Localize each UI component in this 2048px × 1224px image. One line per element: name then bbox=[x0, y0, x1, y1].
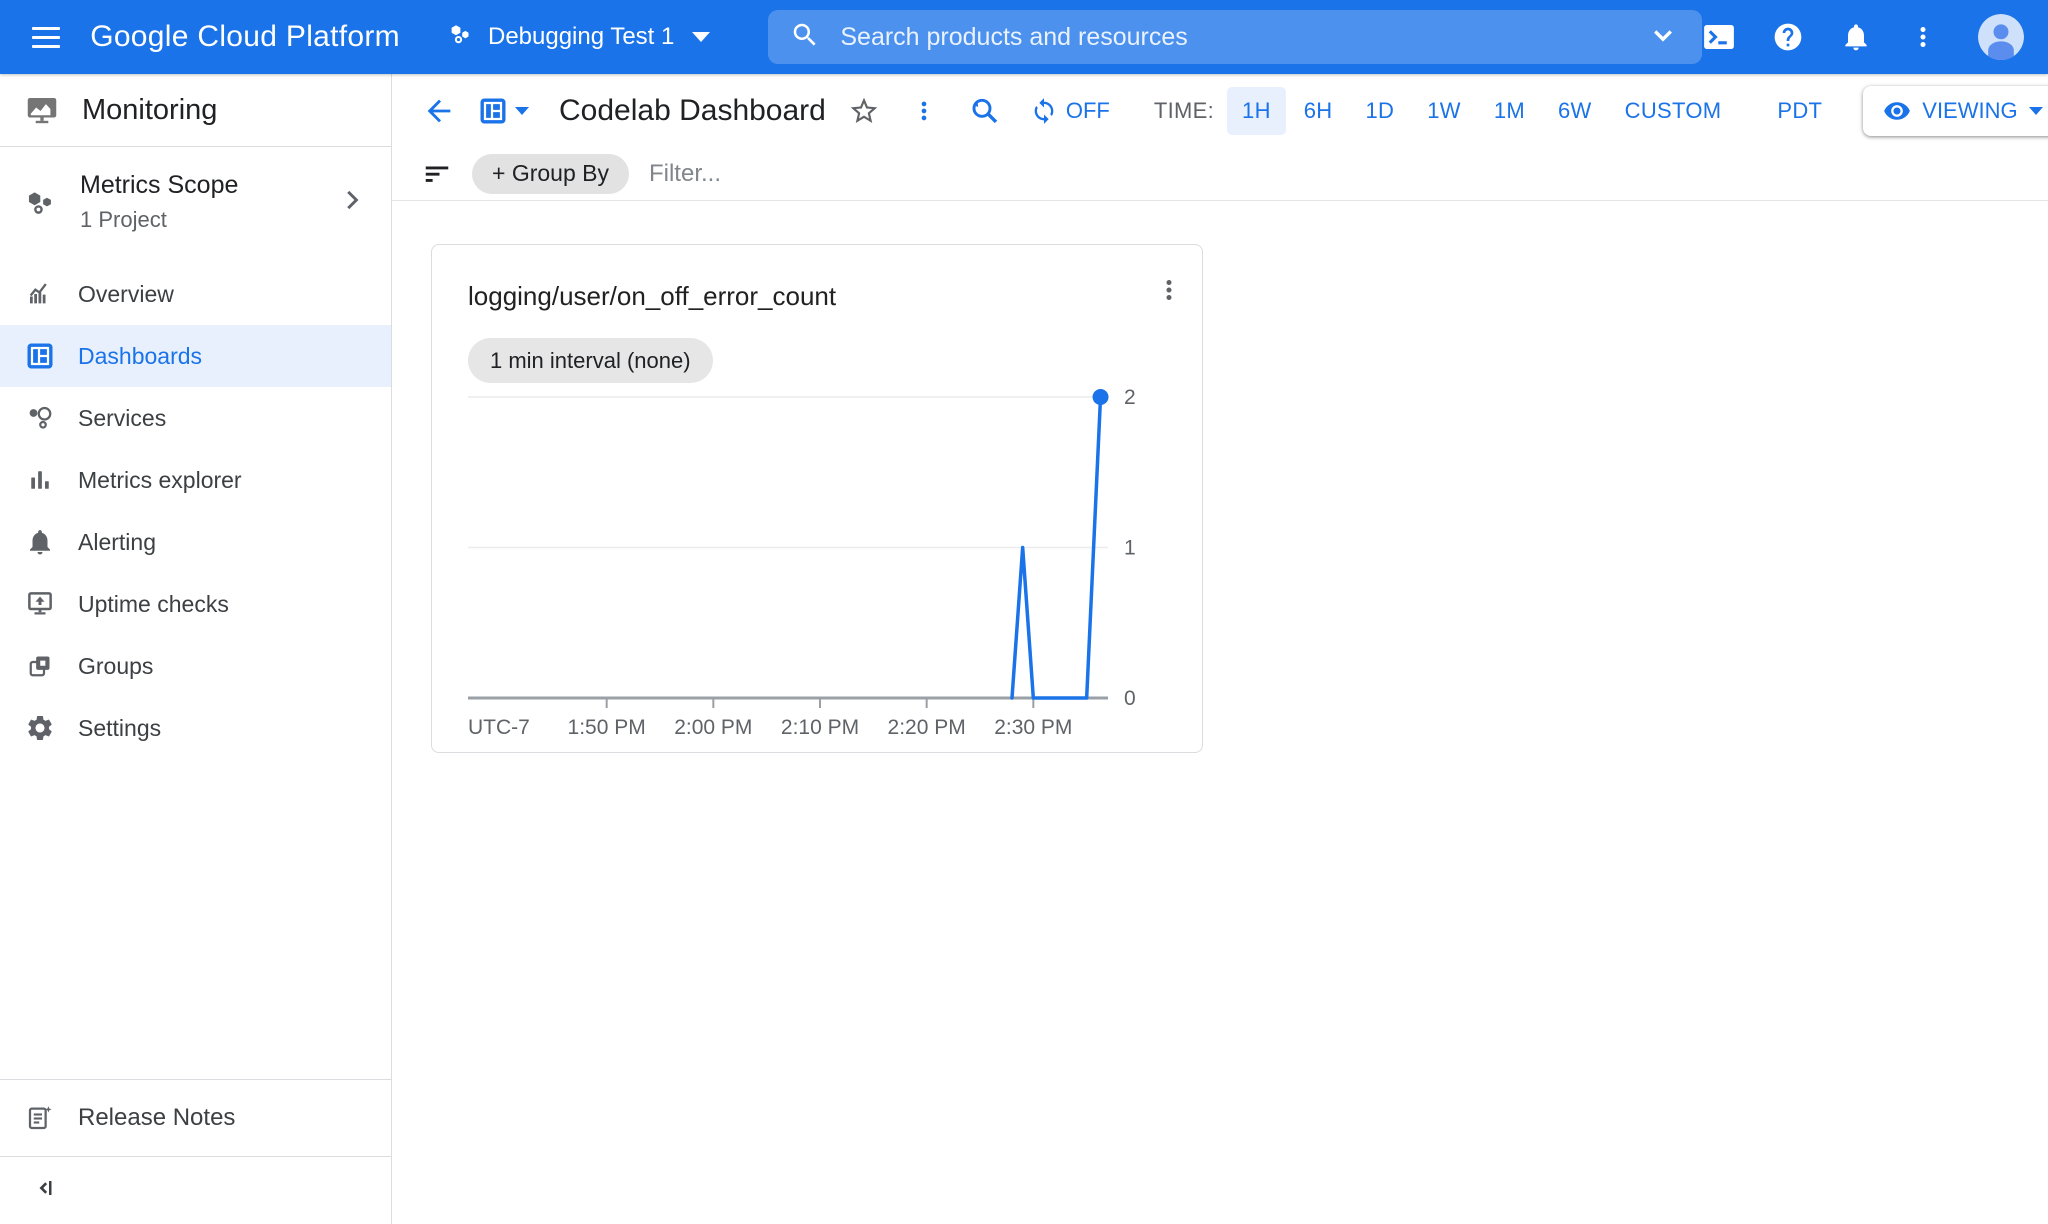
svg-text:UTC-7: UTC-7 bbox=[468, 716, 530, 739]
avatar[interactable] bbox=[1978, 14, 2024, 60]
dashboard-switcher[interactable] bbox=[478, 96, 529, 126]
sidebar: Monitoring Metrics Scope 1 Project bbox=[0, 74, 392, 1224]
collapse-sidebar-button[interactable] bbox=[0, 1156, 391, 1224]
favorite-star-icon[interactable] bbox=[848, 95, 880, 127]
auto-refresh-state: OFF bbox=[1066, 98, 1110, 124]
time-option-6h[interactable]: 6H bbox=[1289, 87, 1348, 135]
groups-icon bbox=[24, 650, 56, 682]
time-range-options: 1H 6H 1D 1W 1M 6W CUSTOM bbox=[1224, 87, 1736, 135]
sidebar-item-label: Metrics explorer bbox=[78, 467, 242, 494]
hamburger-menu-icon[interactable] bbox=[32, 17, 70, 57]
product-title: Monitoring bbox=[82, 94, 217, 127]
services-icon bbox=[24, 402, 56, 434]
sidebar-item-services[interactable]: Services bbox=[0, 387, 391, 449]
dashboards-icon bbox=[24, 340, 56, 372]
svg-text:2:30 PM: 2:30 PM bbox=[994, 716, 1072, 739]
sidebar-item-alerting[interactable]: Alerting bbox=[0, 511, 391, 573]
search-icon bbox=[790, 20, 820, 55]
sidebar-item-settings[interactable]: Settings bbox=[0, 697, 391, 759]
eye-icon bbox=[1883, 97, 1911, 125]
global-search-bar[interactable] bbox=[768, 10, 1702, 64]
sidebar-item-metrics-explorer[interactable]: Metrics explorer bbox=[0, 449, 391, 511]
metric-chart-card: logging/user/on_off_error_count 1 min in… bbox=[431, 244, 1203, 753]
filter-input[interactable] bbox=[649, 160, 2018, 188]
project-name: Debugging Test 1 bbox=[488, 23, 674, 51]
gcp-logo: Google Cloud Platform bbox=[90, 20, 400, 54]
sidebar-item-overview[interactable]: Overview bbox=[0, 263, 391, 325]
time-option-1d[interactable]: 1D bbox=[1351, 87, 1410, 135]
release-notes-label: Release Notes bbox=[78, 1104, 235, 1132]
sidebar-item-uptime-checks[interactable]: Uptime checks bbox=[0, 573, 391, 635]
sidebar-item-label: Settings bbox=[78, 715, 161, 742]
svg-text:2: 2 bbox=[1124, 386, 1136, 409]
main-area: Codelab Dashboard OFF bbox=[392, 74, 2048, 1224]
back-arrow-icon[interactable] bbox=[422, 94, 456, 128]
sidebar-item-label: Services bbox=[78, 405, 166, 432]
metrics-scope-icon bbox=[24, 185, 58, 219]
viewing-caret-icon bbox=[2029, 107, 2043, 115]
time-range-label: TIME: bbox=[1154, 98, 1214, 124]
dashboard-canvas: logging/user/on_off_error_count 1 min in… bbox=[392, 201, 2048, 1224]
release-notes-link[interactable]: Release Notes bbox=[0, 1079, 391, 1156]
time-option-custom[interactable]: CUSTOM bbox=[1610, 87, 1737, 135]
svg-text:2:10 PM: 2:10 PM bbox=[781, 716, 859, 739]
svg-text:0: 0 bbox=[1124, 687, 1136, 710]
chart-title: logging/user/on_off_error_count bbox=[468, 281, 1166, 312]
uptime-checks-icon bbox=[24, 588, 56, 620]
filter-bar: + Group By bbox=[392, 147, 2048, 201]
time-search-icon[interactable] bbox=[968, 95, 1000, 127]
gcp-console: Google Cloud Platform Debugging Test 1 bbox=[0, 0, 2048, 1224]
dashboard-title: Codelab Dashboard bbox=[559, 94, 826, 128]
auto-refresh-toggle[interactable]: OFF bbox=[1030, 97, 1110, 125]
chevron-right-icon[interactable] bbox=[337, 185, 367, 220]
svg-text:1: 1 bbox=[1124, 537, 1136, 560]
time-option-6w[interactable]: 6W bbox=[1543, 87, 1607, 135]
project-caret-icon bbox=[692, 32, 710, 42]
interval-chip: 1 min interval (none) bbox=[468, 338, 713, 383]
timezone-button[interactable]: PDT bbox=[1762, 87, 1837, 135]
sidebar-item-label: Uptime checks bbox=[78, 591, 229, 618]
search-collapse-icon[interactable] bbox=[1646, 18, 1680, 57]
header-actions bbox=[1702, 14, 2024, 60]
search-input[interactable] bbox=[840, 23, 1646, 52]
viewing-label: VIEWING bbox=[1922, 98, 2017, 124]
viewing-mode-button[interactable]: VIEWING bbox=[1863, 86, 2048, 136]
dashboard-toolbar: Codelab Dashboard OFF bbox=[392, 74, 2048, 147]
project-icon bbox=[446, 19, 476, 56]
release-notes-icon bbox=[24, 1102, 56, 1134]
overview-icon bbox=[24, 278, 56, 310]
settings-gear-icon bbox=[24, 712, 56, 744]
svg-text:2:00 PM: 2:00 PM bbox=[674, 716, 752, 739]
group-by-chip[interactable]: + Group By bbox=[472, 154, 629, 194]
metrics-explorer-icon bbox=[24, 464, 56, 496]
sidebar-nav: Overview Dashboards Services bbox=[0, 263, 391, 759]
svg-text:1:50 PM: 1:50 PM bbox=[568, 716, 646, 739]
project-selector[interactable]: Debugging Test 1 bbox=[446, 19, 710, 56]
metrics-scope-title: Metrics Scope bbox=[80, 171, 315, 200]
more-options-icon[interactable] bbox=[1908, 22, 1938, 52]
sidebar-product-header: Monitoring bbox=[0, 74, 391, 147]
sidebar-item-label: Overview bbox=[78, 281, 174, 308]
time-option-1w[interactable]: 1W bbox=[1412, 87, 1476, 135]
top-app-bar: Google Cloud Platform Debugging Test 1 bbox=[0, 0, 2048, 74]
time-option-1h[interactable]: 1H bbox=[1227, 87, 1286, 135]
collapse-sidebar-icon bbox=[30, 1173, 60, 1208]
help-icon[interactable] bbox=[1772, 21, 1804, 53]
metrics-scope-subtitle: 1 Project bbox=[80, 207, 315, 233]
time-option-1m[interactable]: 1M bbox=[1479, 87, 1540, 135]
sidebar-item-label: Alerting bbox=[78, 529, 156, 556]
sidebar-item-label: Dashboards bbox=[78, 343, 202, 370]
sidebar-item-dashboards[interactable]: Dashboards bbox=[0, 325, 391, 387]
cloud-shell-icon[interactable] bbox=[1702, 20, 1736, 54]
toolbar-more-options-icon[interactable] bbox=[910, 97, 938, 125]
alerting-bell-icon bbox=[24, 526, 56, 558]
sidebar-item-label: Groups bbox=[78, 653, 153, 680]
notifications-bell-icon[interactable] bbox=[1840, 21, 1872, 53]
filter-list-icon bbox=[422, 159, 452, 189]
sidebar-item-groups[interactable]: Groups bbox=[0, 635, 391, 697]
monitoring-product-icon bbox=[24, 92, 60, 128]
dashboard-switcher-caret-icon bbox=[515, 107, 529, 115]
metrics-scope-selector[interactable]: Metrics Scope 1 Project bbox=[0, 147, 391, 253]
svg-text:2:20 PM: 2:20 PM bbox=[888, 716, 966, 739]
